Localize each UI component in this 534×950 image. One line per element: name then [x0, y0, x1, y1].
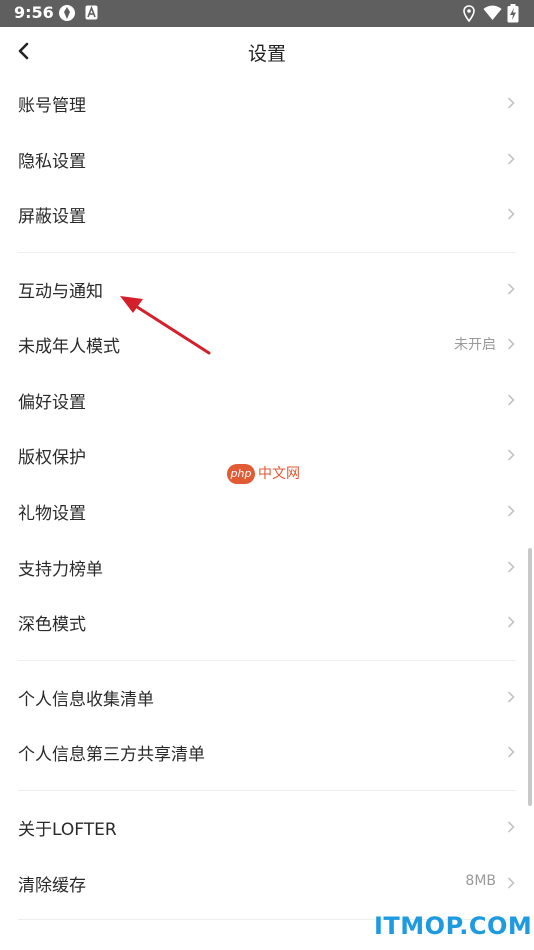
settings-item-label: 个人信息第三方共享清单	[18, 745, 205, 765]
chevron-right-icon	[507, 394, 515, 406]
settings-item-about[interactable]: 关于LOFTER	[0, 800, 534, 854]
settings-item-block[interactable]: 屏蔽设置	[0, 187, 534, 241]
app-notification-icon	[59, 5, 75, 21]
settings-item-label: 屏蔽设置	[18, 207, 86, 227]
settings-item-personal-info-collection[interactable]: 个人信息收集清单	[0, 670, 534, 724]
settings-item-label: 关于LOFTER	[18, 820, 117, 840]
status-bar: 9:56	[0, 0, 534, 27]
status-time: 9:56	[14, 3, 54, 22]
chevron-right-icon	[507, 746, 515, 758]
location-icon	[463, 5, 475, 22]
settings-item-account[interactable]: 账号管理	[0, 76, 534, 130]
php-watermark-text: 中文网	[258, 466, 300, 482]
settings-item-label: 支持力榜单	[18, 560, 103, 580]
settings-item-label: 偏好设置	[18, 393, 86, 413]
settings-item-clear-cache[interactable]: 清除缓存 8MB	[0, 856, 534, 910]
chevron-right-icon	[507, 877, 515, 889]
chevron-right-icon	[507, 208, 515, 220]
chevron-right-icon	[507, 97, 515, 109]
chevron-right-icon	[507, 505, 515, 517]
settings-item-label: 互动与通知	[18, 282, 103, 302]
group-divider	[18, 790, 516, 791]
chevron-right-icon	[507, 561, 515, 573]
chevron-right-icon	[507, 283, 515, 295]
settings-item-label: 版权保护	[18, 448, 86, 468]
settings-item-interaction-notification[interactable]: 互动与通知	[0, 262, 534, 316]
php-watermark: php 中文网	[227, 464, 309, 486]
itmop-watermark: ITMOP.COM	[374, 912, 533, 940]
settings-item-support-ranking[interactable]: 支持力榜单	[0, 540, 534, 594]
settings-item-label: 账号管理	[18, 96, 86, 116]
settings-item-label: 隐私设置	[18, 152, 86, 172]
settings-item-label: 个人信息收集清单	[18, 690, 154, 710]
settings-item-minor-mode[interactable]: 未成年人模式 未开启	[0, 317, 534, 371]
battery-charging-icon	[507, 4, 519, 23]
settings-item-gifts[interactable]: 礼物设置	[0, 484, 534, 538]
scrollbar[interactable]	[528, 548, 532, 806]
sim-notification-icon	[85, 5, 98, 20]
group-divider	[18, 252, 516, 253]
chevron-right-icon	[507, 821, 515, 833]
settings-item-label: 未成年人模式	[18, 337, 120, 357]
settings-item-third-party-sharing[interactable]: 个人信息第三方共享清单	[0, 725, 534, 779]
chevron-right-icon	[507, 691, 515, 703]
top-bar: 设置	[0, 27, 534, 75]
chevron-right-icon	[507, 153, 515, 165]
settings-item-label: 礼物设置	[18, 504, 86, 524]
chevron-right-icon	[507, 449, 515, 461]
page-title: 设置	[247, 43, 286, 65]
settings-item-preferences[interactable]: 偏好设置	[0, 373, 534, 427]
settings-item-label: 清除缓存	[18, 876, 86, 896]
settings-item-dark-mode[interactable]: 深色模式	[0, 595, 534, 649]
chevron-right-icon	[507, 338, 515, 350]
settings-item-privacy[interactable]: 隐私设置	[0, 132, 534, 186]
php-watermark-badge: php	[227, 464, 255, 484]
wifi-icon	[483, 5, 502, 20]
group-divider	[18, 660, 516, 661]
chevron-right-icon	[507, 616, 515, 628]
settings-item-value: 8MB	[465, 873, 496, 889]
settings-item-label: 深色模式	[18, 615, 86, 635]
settings-item-value: 未开启	[454, 337, 496, 353]
